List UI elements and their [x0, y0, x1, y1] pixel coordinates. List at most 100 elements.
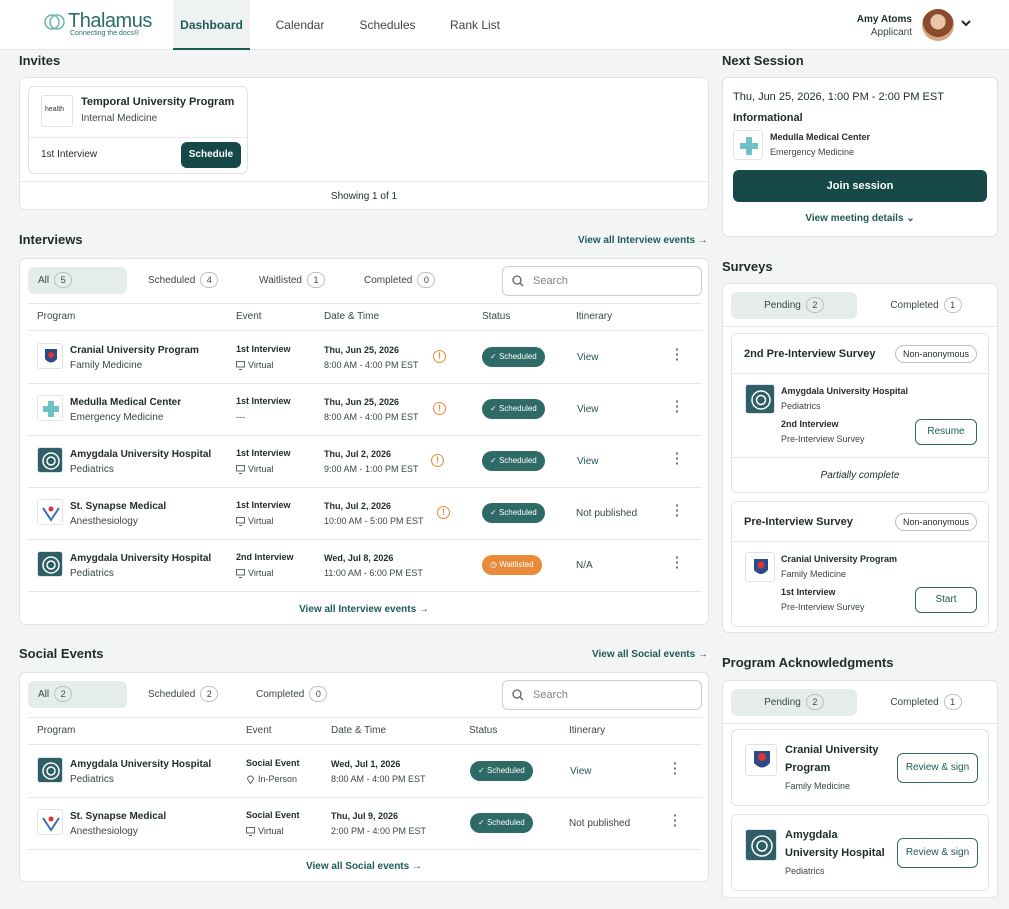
- itinerary-link[interactable]: View: [577, 456, 599, 467]
- ack-program-line1: Cranial University: [785, 744, 879, 756]
- divider: [28, 849, 702, 850]
- warning-icon[interactable]: !: [433, 402, 446, 415]
- cranial-logo-icon: [37, 343, 63, 369]
- col-program: Program: [37, 725, 76, 736]
- row-mode: In-Person: [258, 774, 298, 784]
- tab-all[interactable]: All 5: [28, 267, 127, 294]
- divider: [732, 373, 988, 374]
- brain-logo-icon: [44, 14, 65, 30]
- nav-calendar[interactable]: Calendar: [265, 0, 335, 50]
- row-time: 11:00 AM - 6:00 PM EST: [324, 568, 423, 578]
- review-sign-button[interactable]: Review & sign: [897, 838, 978, 868]
- amygdala-logo-icon: [745, 829, 777, 861]
- row-date: Thu, Jul 2, 2026: [324, 501, 392, 511]
- user-role: Applicant: [870, 27, 912, 38]
- medical-cross-logo-icon: [37, 395, 63, 421]
- search-input[interactable]: Search: [502, 680, 702, 710]
- tab-completed[interactable]: Completed 1: [863, 689, 989, 716]
- tab-scheduled[interactable]: Scheduled 4: [138, 267, 228, 294]
- table-row[interactable]: Medulla Medical Center Emergency Medicin…: [20, 383, 708, 435]
- nav-schedules[interactable]: Schedules: [350, 0, 425, 50]
- invites-card: health Temporal University Program Inter…: [19, 77, 709, 210]
- tab-label: Completed: [890, 697, 939, 708]
- warning-icon[interactable]: !: [431, 454, 444, 467]
- location-pin-icon: [246, 775, 255, 785]
- table-row[interactable]: Amygdala University Hospital Pediatrics …: [20, 539, 708, 591]
- tab-label: All: [38, 689, 50, 700]
- table-row[interactable]: Amygdala University Hospital Pediatrics …: [20, 745, 708, 797]
- tab-label: Completed: [890, 300, 939, 311]
- view-all-interviews-bottom-link[interactable]: View all Interview events →: [20, 604, 708, 615]
- more-icon[interactable]: · · ·: [675, 446, 680, 470]
- more-icon[interactable]: · · ·: [675, 498, 680, 522]
- ack-program-line1: Amygdala: [785, 829, 838, 841]
- itinerary-link[interactable]: View: [577, 352, 599, 363]
- medical-cross-logo-icon: [733, 130, 763, 160]
- warning-icon[interactable]: !: [437, 506, 450, 519]
- amygdala-logo-icon: [37, 447, 63, 473]
- table-row[interactable]: Cranial University Program Family Medici…: [20, 331, 708, 383]
- resume-button[interactable]: Resume: [915, 419, 977, 445]
- tab-count: 1: [306, 272, 325, 288]
- table-row[interactable]: Amygdala University Hospital Pediatrics …: [20, 435, 708, 487]
- table-row[interactable]: St. Synapse Medical Anesthesiology 1st I…: [20, 487, 708, 539]
- start-button[interactable]: Start: [915, 587, 977, 613]
- join-session-button[interactable]: Join session: [733, 170, 987, 202]
- col-date-time: Date & Time: [331, 725, 387, 736]
- tab-scheduled[interactable]: Scheduled 2: [138, 681, 228, 708]
- warning-icon[interactable]: !: [433, 350, 446, 363]
- divider: [732, 541, 988, 542]
- tab-label: Pending: [764, 697, 801, 708]
- search-input[interactable]: Search: [502, 266, 702, 296]
- row-event: 1st Interview: [236, 396, 291, 406]
- tab-pending[interactable]: Pending 2: [731, 689, 857, 716]
- survey-title: Pre-Interview Survey: [744, 516, 853, 528]
- avatar[interactable]: [922, 9, 954, 41]
- divider: [28, 591, 702, 592]
- itinerary-link[interactable]: View: [577, 404, 599, 415]
- chevron-down-icon[interactable]: [960, 17, 972, 29]
- survey-item: 2nd Pre-Interview Survey Non-anonymous A…: [731, 333, 989, 493]
- review-sign-button[interactable]: Review & sign: [897, 753, 978, 783]
- acknowledgment-item: Cranial University Program Family Medici…: [731, 729, 989, 806]
- nav-dashboard[interactable]: Dashboard: [173, 0, 250, 50]
- monitor-icon: [246, 827, 255, 837]
- tab-pending[interactable]: Pending 2: [731, 292, 857, 319]
- user-name: Amy Atoms: [856, 14, 912, 25]
- view-meeting-details-link[interactable]: View meeting details ⌄: [723, 213, 997, 224]
- search-placeholder: Search: [533, 275, 568, 287]
- itinerary-text: Not published: [576, 508, 638, 519]
- tab-all[interactable]: All 2: [28, 681, 127, 708]
- survey-item: Pre-Interview Survey Non-anonymous Crani…: [731, 501, 989, 627]
- nav-rank-list[interactable]: Rank List: [440, 0, 510, 50]
- more-icon[interactable]: · · ·: [675, 550, 680, 574]
- itinerary-link[interactable]: View: [570, 766, 592, 777]
- tab-waitlisted[interactable]: Waitlisted 1: [249, 267, 335, 294]
- tab-completed[interactable]: Completed 0: [354, 267, 445, 294]
- more-icon[interactable]: · · ·: [675, 342, 680, 366]
- schedule-button[interactable]: Schedule: [181, 142, 241, 168]
- row-date: Thu, Jul 2, 2026: [324, 449, 392, 459]
- view-all-social-link[interactable]: View all Social events →: [592, 649, 708, 660]
- tab-count: 0: [417, 272, 436, 288]
- status-text: Scheduled: [498, 404, 537, 413]
- monitor-icon: [236, 465, 245, 475]
- amygdala-logo-icon: [745, 384, 775, 414]
- view-all-social-bottom-link[interactable]: View all Social events →: [20, 861, 708, 872]
- col-date-time: Date & Time: [324, 311, 380, 322]
- table-row[interactable]: St. Synapse Medical Anesthesiology Socia…: [20, 797, 708, 849]
- col-status: Status: [482, 311, 511, 322]
- row-program: Amygdala University Hospital: [70, 553, 212, 564]
- survey-event: 2nd Interview: [781, 419, 839, 429]
- more-icon[interactable]: · · ·: [673, 756, 678, 780]
- row-program: Amygdala University Hospital: [70, 449, 212, 460]
- more-icon[interactable]: · · ·: [673, 808, 678, 832]
- view-all-interviews-link[interactable]: View all Interview events →: [578, 235, 708, 246]
- row-program: St. Synapse Medical: [70, 501, 167, 512]
- tab-completed[interactable]: Completed 0: [246, 681, 337, 708]
- tab-completed[interactable]: Completed 1: [863, 292, 989, 319]
- row-time: 8:00 AM - 4:00 PM EST: [324, 412, 419, 422]
- tab-count: 0: [309, 686, 328, 702]
- more-icon[interactable]: · · ·: [675, 394, 680, 418]
- cranial-logo-icon: [745, 744, 777, 776]
